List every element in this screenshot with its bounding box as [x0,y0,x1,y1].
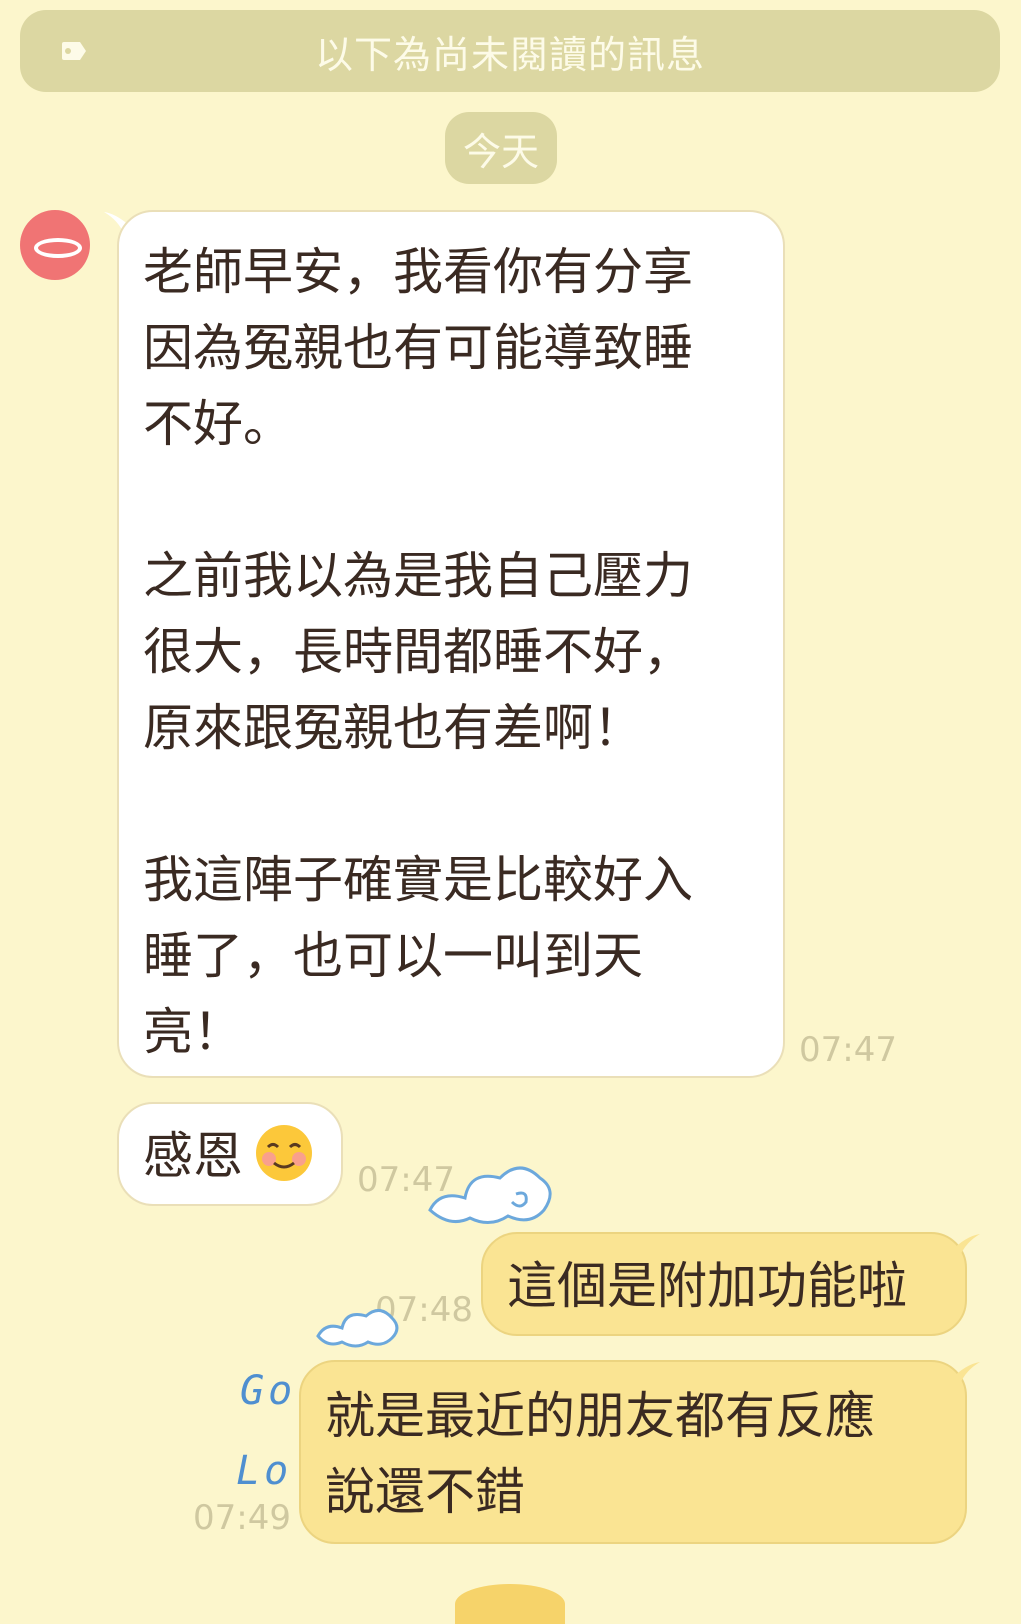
next-item-partial [455,1584,565,1624]
message-text: 這個是附加功能啦 [507,1257,907,1315]
decorative-text: Lo [236,1448,293,1494]
message-text: 老師早安，我看你有分享 因為冤親也有可能導致睡 不好。 之前我以為是我自己壓力 … [143,243,693,1061]
message-bubble-incoming[interactable]: 感恩 [117,1102,343,1206]
message-text: 感恩 [143,1127,243,1185]
message-timestamp: 07:49 [193,1498,291,1538]
message-timestamp: 07:47 [799,1030,897,1070]
avatar[interactable] [20,210,90,280]
message-bubble-incoming[interactable]: 老師早安，我看你有分享 因為冤親也有可能導致睡 不好。 之前我以為是我自己壓力 … [117,210,785,1078]
unread-banner-label: 以下為尚未閱讀的訊息 [314,32,705,77]
smiling-face-icon [254,1123,314,1183]
date-divider-label: 今天 [462,129,539,174]
message-bubble-outgoing[interactable]: 這個是附加功能啦 [481,1232,967,1336]
cloud-decoration-icon [428,1166,552,1224]
message-bubble-outgoing[interactable]: 就是最近的朋友都有反應 說還不錯 [299,1360,967,1544]
cloud-decoration-icon [316,1309,399,1348]
decorative-text: Go [240,1368,297,1414]
unread-messages-banner[interactable]: 以下為尚未閱讀的訊息 [20,10,1000,92]
message-text: 就是最近的朋友都有反應 說還不錯 [325,1387,875,1521]
tag-icon [62,42,86,60]
bubble-tail-icon [950,1362,980,1384]
date-divider: 今天 [445,112,557,184]
bubble-tail-icon [950,1234,980,1256]
avatar-ring-icon [34,238,82,258]
